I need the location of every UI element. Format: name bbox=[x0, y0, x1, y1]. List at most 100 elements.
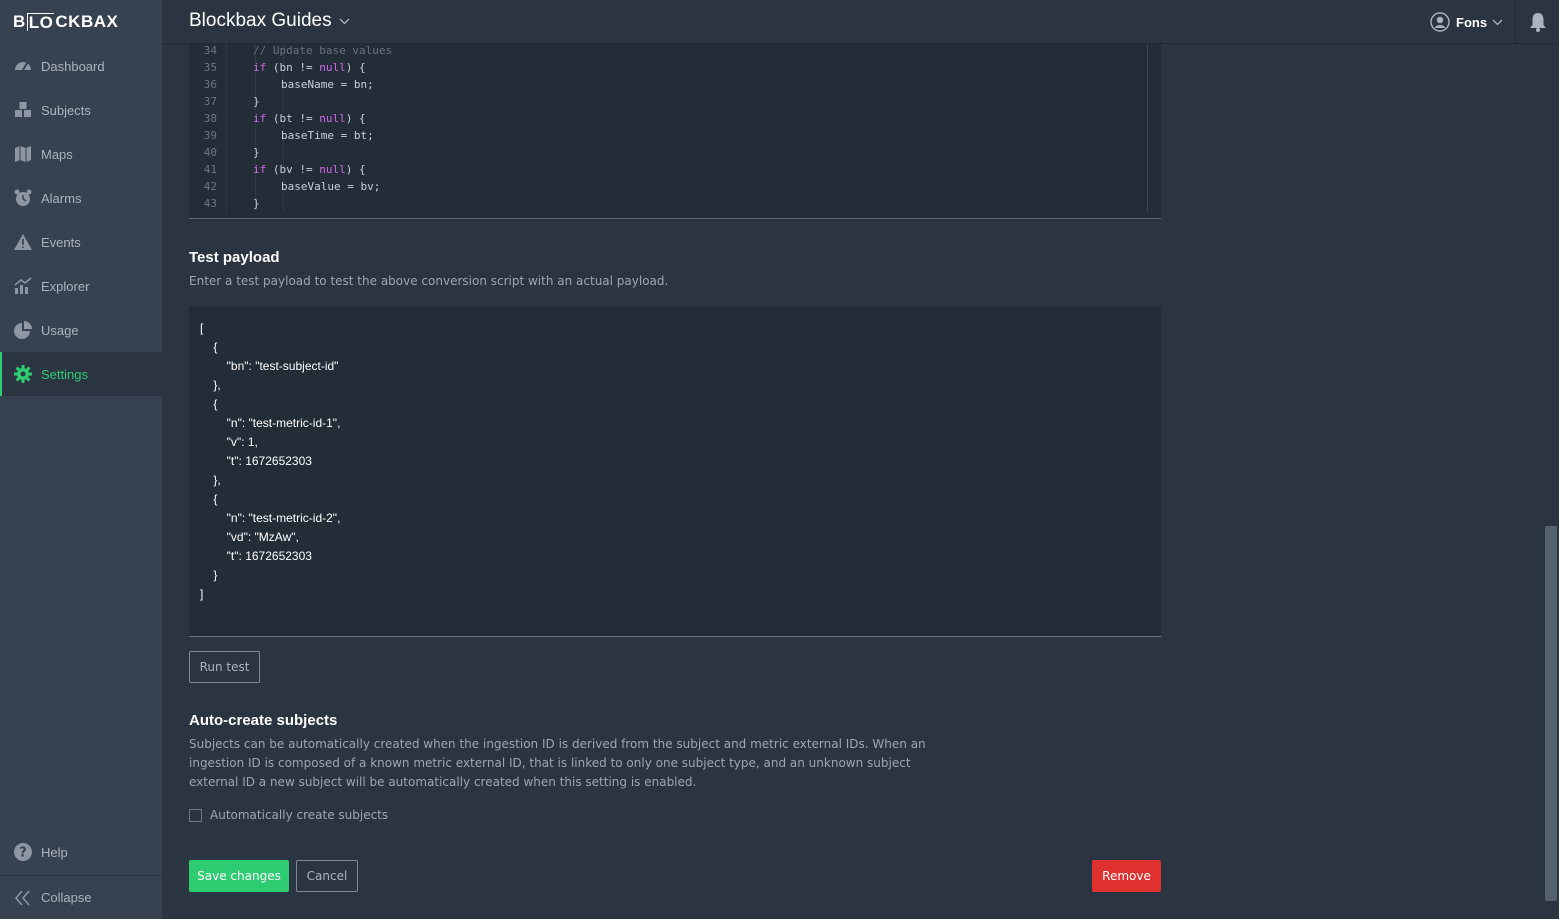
logo-text-pre: B bbox=[13, 12, 26, 31]
warning-icon bbox=[14, 234, 32, 250]
sidebar-item-label: Subjects bbox=[41, 102, 91, 118]
code-line: 41 if (bv != null) { bbox=[189, 161, 1149, 178]
subjects-icon bbox=[15, 102, 31, 117]
line-number: 38 bbox=[203, 112, 217, 125]
sidebar-collapse-button[interactable]: Collapse bbox=[0, 875, 162, 919]
double-chevron-left-icon bbox=[15, 890, 30, 905]
code-token: (bv != bbox=[266, 163, 320, 176]
user-menu[interactable]: Fons bbox=[1430, 12, 1503, 32]
code-text: } bbox=[253, 95, 260, 108]
line-number: 35 bbox=[203, 61, 217, 74]
project-selector[interactable]: Blockbax Guides bbox=[189, 10, 350, 32]
line-number: 40 bbox=[203, 146, 217, 159]
remove-button[interactable]: Remove bbox=[1092, 860, 1161, 892]
cancel-button[interactable]: Cancel bbox=[296, 860, 358, 892]
code-line: 38 if (bt != null) { bbox=[189, 110, 1149, 127]
sidebar-item-label: Maps bbox=[41, 146, 73, 162]
logo-text-post: CKBAX bbox=[55, 12, 119, 31]
auto-create-description-line: external ID a new subject will be automa… bbox=[189, 775, 697, 789]
sidebar-item-help[interactable]: ? Help bbox=[0, 829, 162, 875]
chart-icon bbox=[14, 277, 32, 294]
auto-create-description-line: Subjects can be automatically created wh… bbox=[189, 737, 926, 751]
line-number: 36 bbox=[203, 78, 217, 91]
user-avatar-icon bbox=[1430, 12, 1450, 32]
alarm-clock-icon bbox=[14, 189, 32, 206]
code-line: 42 baseValue = bv; bbox=[189, 178, 1149, 195]
test-payload-title: Test payload bbox=[189, 249, 280, 266]
auto-create-checkbox[interactable] bbox=[189, 808, 202, 822]
code-token: (bt != bbox=[266, 112, 320, 125]
code-text: if (bv != null) { bbox=[253, 161, 366, 178]
chevron-down-icon bbox=[1492, 19, 1503, 25]
line-number: 37 bbox=[203, 95, 217, 108]
line-number: 39 bbox=[203, 129, 217, 142]
sidebar-item-settings[interactable]: Settings bbox=[0, 352, 162, 396]
scrollbar-thumb[interactable] bbox=[1545, 526, 1557, 901]
code-text: if (bn != null) { bbox=[253, 59, 366, 76]
conversion-script-editor[interactable]: 34 // Update base values 35 if (bn != null)… bbox=[189, 44, 1161, 219]
logo-text-boxed: LO bbox=[26, 13, 55, 32]
code-line: 39 baseTime = bt; bbox=[189, 127, 1149, 144]
code-line: 40} bbox=[189, 144, 1149, 161]
code-line: 35 if (bn != null) { bbox=[189, 59, 1149, 76]
collapse-label: Collapse bbox=[41, 890, 92, 905]
sidebar-item-events[interactable]: Events bbox=[0, 220, 162, 264]
bell-icon bbox=[1529, 13, 1546, 32]
help-icon: ? bbox=[14, 843, 32, 861]
user-name: Fons bbox=[1456, 14, 1488, 30]
line-number: 42 bbox=[203, 180, 217, 193]
dashboard-icon bbox=[15, 62, 31, 71]
code-token: ) { bbox=[345, 163, 366, 176]
code-text: if (bt != null) { bbox=[253, 110, 366, 127]
notifications-button[interactable] bbox=[1515, 0, 1559, 44]
code-line: 34 // Update base values bbox=[189, 42, 1149, 59]
sidebar-bottom: ? Help Collapse bbox=[0, 829, 162, 919]
code-token: (bn != bbox=[266, 61, 320, 74]
sidebar-item-label: Help bbox=[41, 844, 68, 860]
test-payload-input[interactable]: [ { "bn": "test-subject-id" }, { "n": "t… bbox=[189, 306, 1161, 637]
auto-create-title: Auto-create subjects bbox=[189, 712, 338, 729]
sidebar-item-label: Alarms bbox=[41, 190, 82, 206]
blockbax-logo[interactable]: B LO CKBAX bbox=[0, 0, 162, 44]
sidebar-nav: Dashboard Subjects Maps Alarms Events Ex… bbox=[0, 44, 162, 396]
auto-create-checkbox-row[interactable]: Automatically create subjects bbox=[189, 808, 388, 822]
code-keyword: if bbox=[253, 163, 267, 176]
gear-icon bbox=[14, 365, 32, 383]
sidebar-item-alarms[interactable]: Alarms bbox=[0, 176, 162, 220]
sidebar-item-subjects[interactable]: Subjects bbox=[0, 88, 162, 132]
sidebar-item-usage[interactable]: Usage bbox=[0, 308, 162, 352]
sidebar-item-label: Usage bbox=[41, 322, 79, 338]
line-number: 34 bbox=[203, 44, 217, 57]
auto-create-description-line: ingestion ID is composed of a known metr… bbox=[189, 756, 911, 770]
sidebar-item-dashboard[interactable]: Dashboard bbox=[0, 44, 162, 88]
code-keyword: null bbox=[319, 61, 346, 74]
map-icon bbox=[15, 146, 31, 162]
code-line: 37} bbox=[189, 93, 1149, 110]
code-keyword: null bbox=[319, 163, 346, 176]
sidebar-item-maps[interactable]: Maps bbox=[0, 132, 162, 176]
line-number: 43 bbox=[203, 197, 217, 210]
sidebar: B LO CKBAX Dashboard Subjects Maps Alarms … bbox=[0, 0, 162, 919]
code-text: baseTime = bt; bbox=[281, 129, 374, 142]
page-scrollbar[interactable] bbox=[1543, 44, 1559, 919]
code-keyword: if bbox=[253, 61, 267, 74]
sidebar-item-label: Explorer bbox=[41, 278, 90, 294]
pie-chart-icon bbox=[14, 321, 32, 339]
run-test-button[interactable]: Run test bbox=[189, 651, 260, 683]
auto-create-description: Subjects can be automatically created wh… bbox=[189, 735, 926, 792]
save-changes-button[interactable]: Save changes bbox=[189, 860, 289, 892]
svg-text:?: ? bbox=[19, 846, 27, 861]
code-token: ) { bbox=[345, 61, 366, 74]
code-text: baseName = bn; bbox=[281, 78, 374, 91]
sidebar-item-label: Settings bbox=[41, 366, 88, 382]
code-token: ) { bbox=[345, 112, 366, 125]
code-keyword: null bbox=[319, 112, 346, 125]
sidebar-item-label: Events bbox=[41, 234, 81, 250]
top-bar: Blockbax Guides Fons bbox=[162, 0, 1559, 44]
code-text: } bbox=[253, 197, 260, 210]
code-keyword: if bbox=[253, 112, 267, 125]
code-text: // Update base values bbox=[253, 44, 393, 57]
sidebar-item-label: Dashboard bbox=[41, 58, 105, 74]
sidebar-item-explorer[interactable]: Explorer bbox=[0, 264, 162, 308]
code-text: } bbox=[253, 146, 260, 159]
